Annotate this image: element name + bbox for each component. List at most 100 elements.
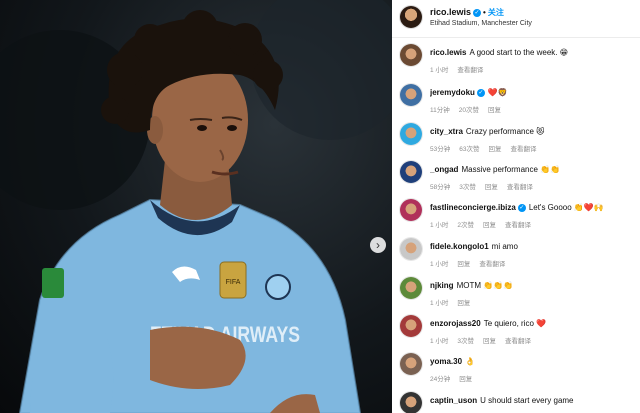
comment-line: fidele.kongolo1 mi amo (430, 242, 635, 251)
comment-reply-button[interactable]: 回复 (483, 338, 496, 345)
comment-line: enzorojass20 Te quiero, rico ❤️ (430, 319, 635, 328)
comment-translate-button[interactable]: 查看翻译 (457, 67, 483, 74)
comment-line: rico.lewis A good start to the week. 😁 (430, 48, 635, 57)
comment-username[interactable]: rico.lewis (430, 48, 466, 57)
author-avatar[interactable] (400, 6, 422, 28)
comment-username[interactable]: _ongad (430, 165, 458, 174)
follow-button[interactable]: 关注 (488, 8, 504, 17)
comment-meta: 58分钟 3次赞 回复 查看翻译 (430, 181, 542, 191)
comment-meta: 11分钟 20次赞 回复 (430, 104, 510, 114)
comment-text: mi amo (491, 242, 518, 251)
comment-item: njking MOTM 👏👏👏 1 小时 回复 (392, 277, 640, 315)
post-viewer: FIFA ETIHAD AIRWAYS › rico.lewis✓•关注 Eti… (0, 0, 640, 413)
comment-username[interactable]: captin_uson (430, 396, 477, 405)
comment-reply-button[interactable]: 回复 (485, 184, 498, 191)
comment-username[interactable]: fidele.kongolo1 (430, 242, 489, 251)
comment-text: Crazy performance 😻 (465, 127, 545, 136)
comment-timestamp: 24分钟 (430, 376, 451, 383)
commenter-avatar[interactable] (400, 315, 422, 337)
comment-reply-button[interactable]: 回复 (488, 146, 501, 153)
next-image-button[interactable]: › (370, 237, 386, 253)
comment-text: ❤️🦁 (487, 88, 508, 97)
comment-username[interactable]: jeremydoku (430, 88, 475, 97)
comment-translate-button[interactable]: 查看翻译 (507, 184, 533, 191)
comment-translate-button[interactable]: 查看翻译 (510, 146, 536, 153)
comment-text: 👌 (465, 357, 475, 366)
comment-reply-button[interactable]: 回复 (459, 376, 472, 383)
post-photo[interactable]: FIFA ETIHAD AIRWAYS › (0, 0, 392, 413)
comment-item: yoma.30 👌 24分钟 回复 (392, 353, 640, 391)
comment-item: rico.lewis A good start to the week. 😁 1 小… (392, 44, 640, 82)
comment-meta: 53分钟 63次赞 回复 查看翻译 (430, 143, 545, 153)
comment-username[interactable]: enzorojass20 (430, 319, 481, 328)
comment-item: captin_uson U should start every game (392, 392, 640, 413)
comments-panel: rico.lewis ✓ • 关注 Etihad Stadium, Mancheste… (392, 0, 640, 413)
player-photo-illustration: FIFA ETIHAD AIRWAYS (0, 0, 392, 413)
commenter-avatar[interactable] (400, 123, 422, 145)
comment-text: Te quiero, rico ❤️ (483, 319, 547, 328)
comment-like-count[interactable]: 20次赞 (459, 107, 479, 114)
comment-translate-button[interactable]: 查看翻译 (479, 261, 505, 268)
comment-item: city_xtra Crazy performance 😻 53分钟 63次赞 回复 查看… (392, 123, 640, 161)
comment-meta: 1 小时 回复 查看翻译 (430, 258, 514, 268)
comment-reply-button[interactable]: 回复 (457, 261, 470, 268)
comment-meta: 1 小时 查看翻译 (430, 64, 492, 74)
separator-dot: • (483, 8, 486, 17)
comment-item: jeremydoku ✓ ❤️🦁 11分钟 20次赞 回复 (392, 84, 640, 122)
commenter-avatar[interactable] (400, 44, 422, 66)
commenter-avatar[interactable] (400, 392, 422, 413)
comment-text: U should start every game (480, 396, 574, 405)
comment-timestamp: 1 小时 (430, 300, 449, 307)
commenter-avatar[interactable] (400, 84, 422, 106)
commenter-avatar[interactable] (400, 199, 422, 221)
comment-text: A good start to the week. 😁 (469, 48, 569, 57)
post-location[interactable]: Etihad Stadium, Manchester City (430, 20, 532, 27)
comment-line: fastlineconcierge.ibiza ✓ Let's Goooo 👏❤️🙌 (430, 203, 635, 212)
comment-text: Massive performance 👏👏 (461, 165, 561, 174)
comment-meta: 24分钟 回复 (430, 373, 481, 383)
chevron-right-icon: › (376, 238, 380, 252)
comment-username[interactable]: njking (430, 281, 454, 290)
comment-timestamp: 11分钟 (430, 107, 450, 114)
comment-meta: 1 小时 回复 (430, 297, 479, 307)
comment-username[interactable]: fastlineconcierge.ibiza (430, 203, 516, 212)
comment-line: jeremydoku ✓ ❤️🦁 (430, 88, 635, 97)
commenter-avatar[interactable] (400, 238, 422, 260)
comment-reply-button[interactable]: 回复 (457, 300, 470, 307)
comment-text: MOTM 👏👏👏 (456, 281, 514, 290)
comment-like-count[interactable]: 63次赞 (459, 146, 479, 153)
comment-timestamp: 1 小时 (430, 222, 449, 229)
comment-timestamp: 1 小时 (430, 67, 449, 74)
comment-line: _ongad Massive performance 👏👏 (430, 165, 635, 174)
comment-like-count[interactable]: 2次赞 (457, 222, 474, 229)
verified-badge-icon: ✓ (476, 88, 485, 97)
comment-meta: 1 小时 2次赞 回复 查看翻译 (430, 219, 540, 229)
commenter-avatar[interactable] (400, 353, 422, 375)
comment-meta: 1 小时 3次赞 回复 查看翻译 (430, 335, 540, 345)
comment-timestamp: 58分钟 (430, 184, 451, 191)
comment-line: city_xtra Crazy performance 😻 (430, 127, 635, 136)
comment-timestamp: 53分钟 (430, 146, 451, 153)
commenter-avatar[interactable] (400, 161, 422, 183)
comment-item: fastlineconcierge.ibiza ✓ Let's Goooo 👏❤️🙌… (392, 199, 640, 237)
comment-line: captin_uson U should start every game (430, 396, 635, 405)
comment-timestamp: 1 小时 (430, 261, 449, 268)
comment-reply-button[interactable]: 回复 (488, 107, 501, 114)
verified-badge-icon: ✓ (473, 8, 482, 17)
post-header: rico.lewis ✓ • 关注 Etihad Stadium, Mancheste… (392, 0, 640, 38)
comment-line: yoma.30 👌 (430, 357, 635, 366)
svg-text:FIFA: FIFA (226, 279, 241, 286)
comment-item: _ongad Massive performance 👏👏 58分钟 3次赞 回复 查看翻… (392, 161, 640, 199)
comment-text: Let's Goooo 👏❤️🙌 (528, 203, 604, 212)
comment-item: fidele.kongolo1 mi amo 1 小时 回复 查看翻译 (392, 238, 640, 276)
comment-line: njking MOTM 👏👏👏 (430, 281, 635, 290)
comment-translate-button[interactable]: 查看翻译 (505, 338, 531, 345)
comment-translate-button[interactable]: 查看翻译 (505, 222, 531, 229)
comment-username[interactable]: yoma.30 (430, 357, 462, 366)
comment-username[interactable]: city_xtra (430, 127, 463, 136)
author-username[interactable]: rico.lewis (430, 7, 471, 17)
comment-like-count[interactable]: 3次赞 (459, 184, 476, 191)
comment-reply-button[interactable]: 回复 (483, 222, 496, 229)
commenter-avatar[interactable] (400, 277, 422, 299)
comment-like-count[interactable]: 3次赞 (457, 338, 474, 345)
